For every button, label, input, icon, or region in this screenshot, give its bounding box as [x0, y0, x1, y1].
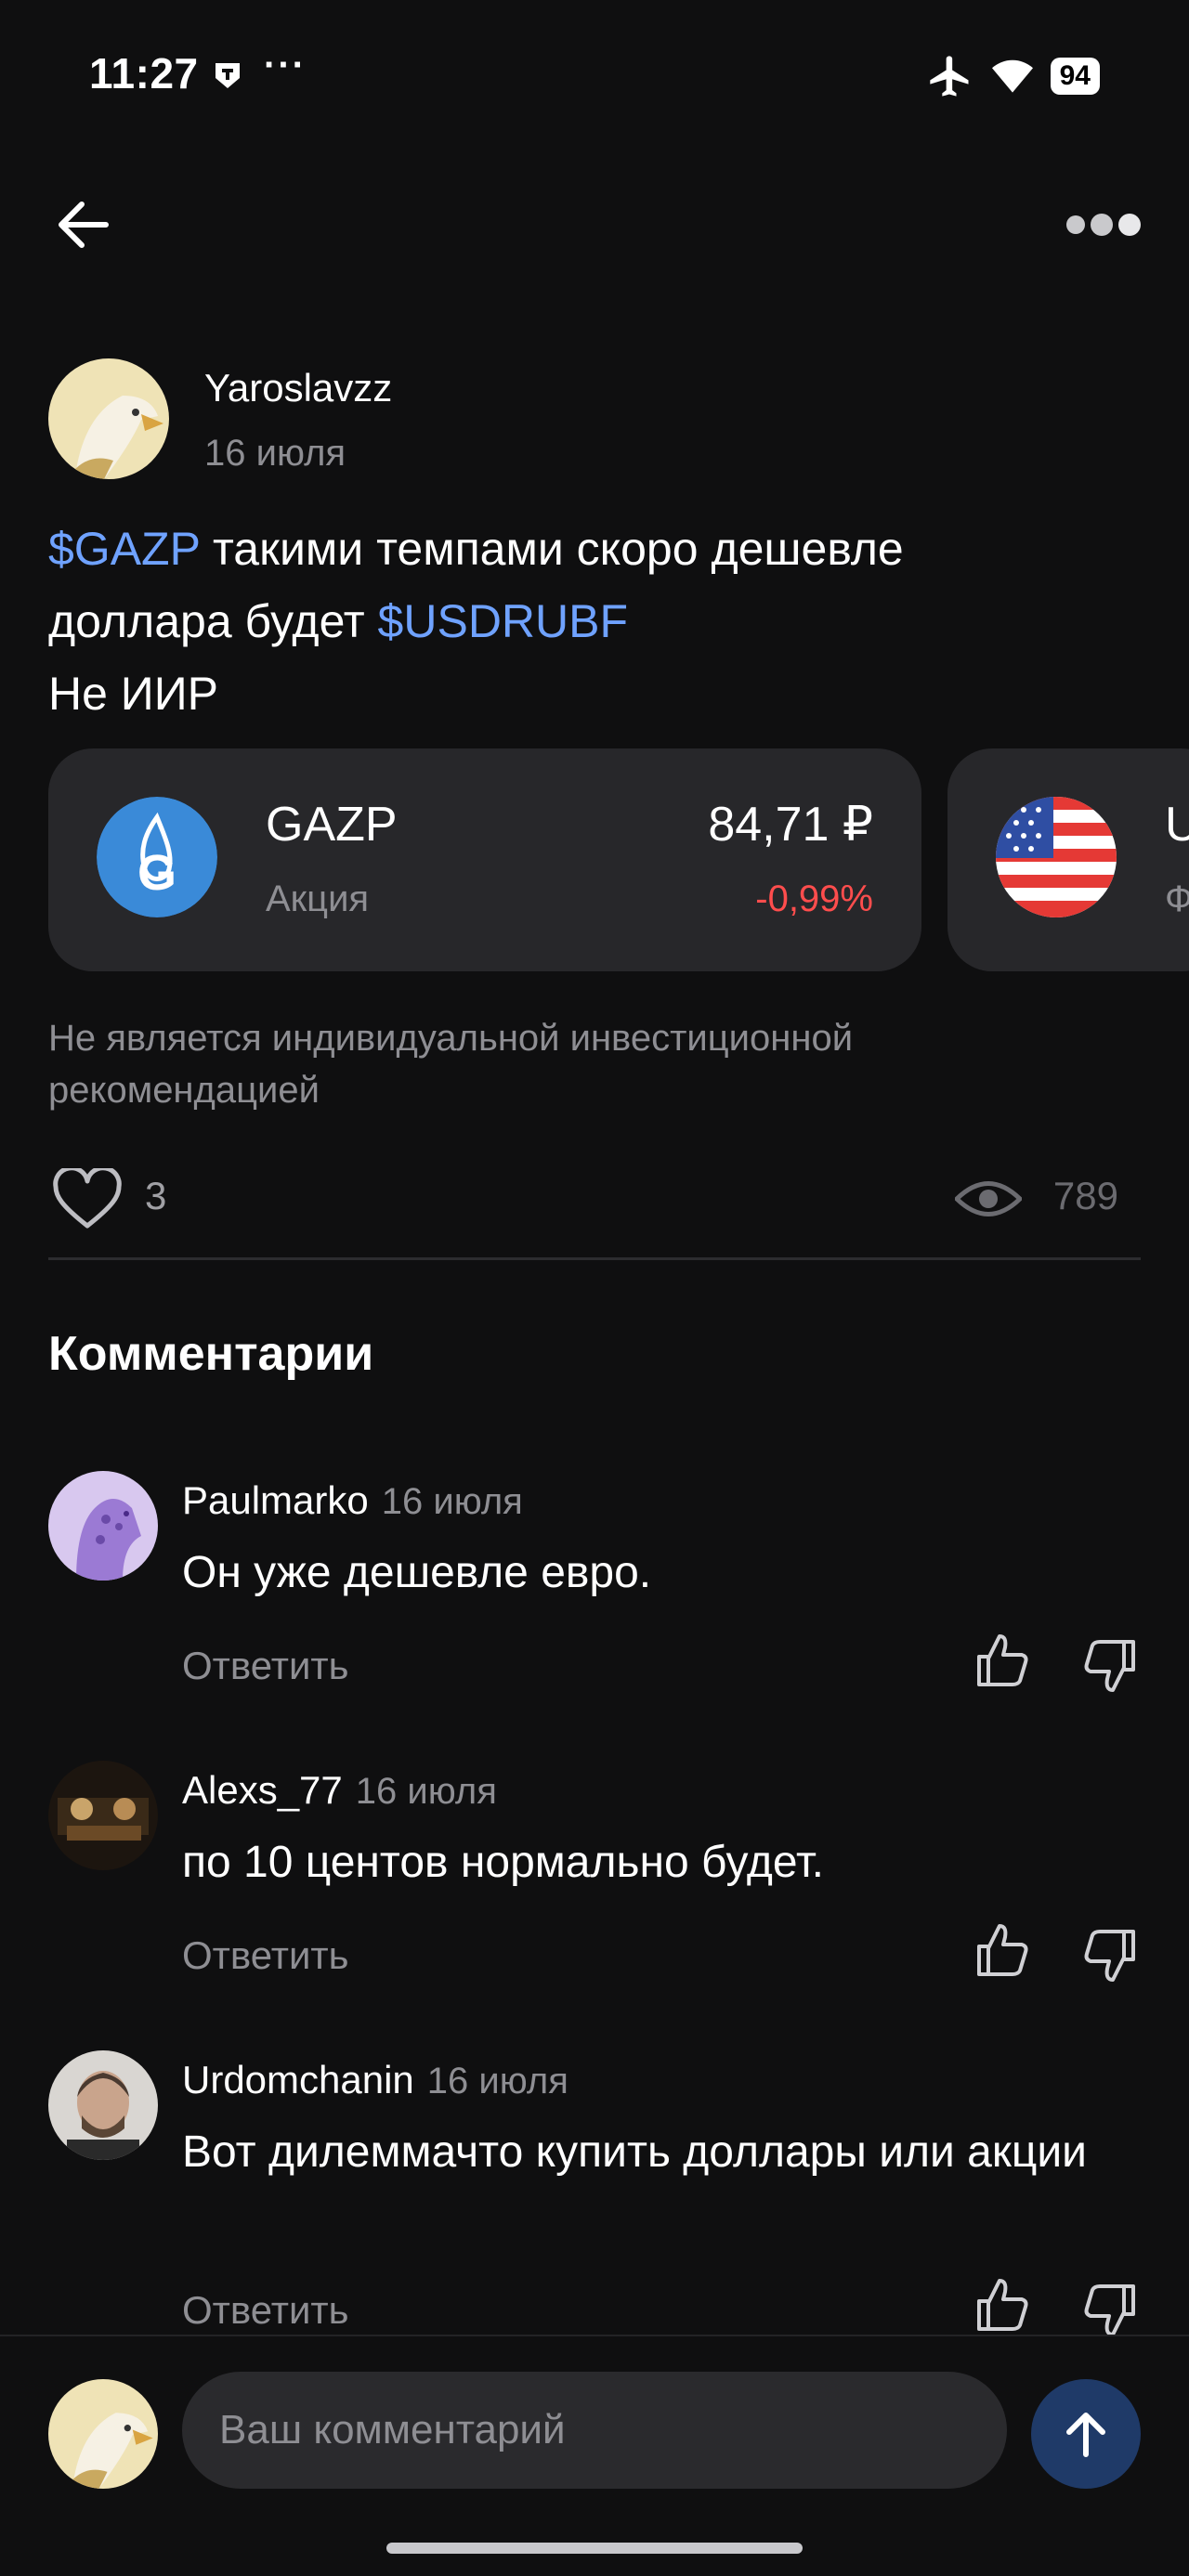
- comment-author[interactable]: Alexs_77: [182, 1768, 343, 1812]
- status-indicators: 94: [926, 52, 1100, 100]
- reply-button[interactable]: Ответить: [182, 1933, 349, 1978]
- disclaimer: Не является индивидуальной инвестиционно…: [48, 1018, 854, 1111]
- comment-header: Paulmarko 16 июля: [182, 1478, 523, 1523]
- svg-text:G: G: [137, 845, 176, 901]
- shield-badge-icon: [216, 63, 240, 88]
- comment-text: Вот дилеммачто купить доллары или акции: [182, 2127, 1087, 2177]
- thumbs-down-icon[interactable]: [1081, 2283, 1139, 2340]
- comment-author[interactable]: Urdomchanin: [182, 2058, 414, 2101]
- comment-text: по 10 центов нормально будет.: [182, 1838, 824, 1887]
- comment-header: Alexs_77 16 июля: [182, 1768, 497, 1813]
- comment-avatar[interactable]: [48, 1471, 158, 1581]
- thumbs-down-icon[interactable]: [1081, 1638, 1139, 1696]
- instrument-type: Акция: [266, 878, 370, 919]
- reply-button[interactable]: Ответить: [182, 2288, 349, 2333]
- comment-avatar[interactable]: [48, 1761, 158, 1870]
- airplane-icon: [929, 56, 969, 97]
- home-indicator[interactable]: [386, 2543, 803, 2554]
- thumbs-up-icon[interactable]: [973, 2275, 1031, 2333]
- us-flag-icon: [996, 797, 1117, 917]
- instrument-change: -0,99%: [755, 878, 873, 919]
- comment-input[interactable]: [182, 2372, 1007, 2489]
- ticker-link-usdrubf[interactable]: $USDRUBF: [378, 595, 628, 647]
- instrument-price: 84,71 ₽: [708, 798, 873, 852]
- comment-avatar[interactable]: [48, 2050, 158, 2160]
- instrument-card-usdrubf[interactable]: U Ф: [947, 748, 1189, 971]
- post-text: $GAZP такими темпами скоро дешевле долла…: [48, 523, 904, 720]
- send-button[interactable]: [1031, 2379, 1141, 2489]
- more-icon[interactable]: [1066, 206, 1141, 243]
- heart-icon[interactable]: [52, 1168, 123, 1231]
- back-arrow-icon[interactable]: [50, 191, 117, 258]
- comment-date: 16 июля: [355, 1771, 497, 1812]
- divider: [48, 1257, 1141, 1260]
- status-more-dots: ···: [264, 45, 307, 85]
- comments-title: Комментарии: [48, 1327, 374, 1381]
- ticker-link-gazp[interactable]: $GAZP: [48, 523, 200, 575]
- instrument-card-gazp[interactable]: G GAZP Акция 84,71 ₽ -0,99%: [48, 748, 921, 971]
- author-avatar[interactable]: [48, 358, 169, 479]
- instrument-name: U: [1165, 798, 1189, 852]
- instrument-type: Ф: [1165, 878, 1189, 919]
- post-author[interactable]: Yaroslavzz: [204, 366, 392, 410]
- comment-date: 16 июля: [426, 2061, 568, 2101]
- thumbs-down-icon[interactable]: [1081, 1928, 1139, 1985]
- eye-icon: [955, 1181, 1022, 1216]
- thumbs-up-icon[interactable]: [973, 1920, 1031, 1978]
- view-count: 789: [1052, 1174, 1118, 1217]
- send-arrow-icon: [1066, 2413, 1105, 2457]
- gazprom-logo-icon: G: [97, 797, 217, 917]
- like-count: 3: [145, 1174, 167, 1217]
- wifi-icon: [991, 59, 1033, 93]
- battery-level: 94: [1050, 58, 1100, 95]
- comment-header: Urdomchanin 16 июля: [182, 2058, 568, 2102]
- comment-date: 16 июля: [381, 1481, 523, 1522]
- reply-button[interactable]: Ответить: [182, 1644, 349, 1688]
- comment-text: Он уже дешевле евро.: [182, 1548, 652, 1597]
- my-avatar: [48, 2379, 158, 2489]
- status-time: 11:27: [89, 49, 199, 98]
- thumbs-up-icon[interactable]: [973, 1631, 1031, 1688]
- post-date: 16 июля: [204, 433, 346, 474]
- comment-author[interactable]: Paulmarko: [182, 1478, 369, 1522]
- instrument-name: GAZP: [266, 798, 398, 852]
